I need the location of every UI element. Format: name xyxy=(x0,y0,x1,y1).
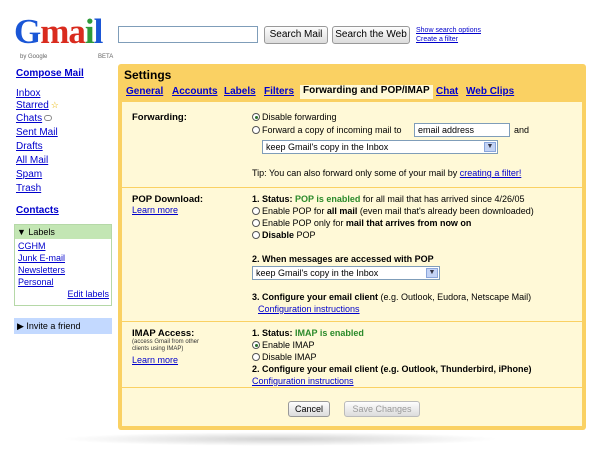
radio-checked-icon[interactable] xyxy=(252,113,260,121)
sidebar-item-all-mail[interactable]: All Mail xyxy=(16,155,48,166)
imap-status: 1. Status: IMAP is enabled xyxy=(252,328,364,338)
invite-friend-toggle[interactable]: ▶ Invite a friend xyxy=(14,318,112,334)
save-changes-button[interactable]: Save Changes xyxy=(344,401,420,417)
gmail-logo[interactable]: Gmail by Google BETA xyxy=(14,14,114,66)
select-value: keep Gmail's copy in the Inbox xyxy=(266,142,389,152)
radio-icon[interactable] xyxy=(252,219,260,227)
imap-configure: 2. Configure your email client (e.g. Out… xyxy=(252,364,532,374)
sidebar-item-label[interactable]: Inbox xyxy=(16,88,40,99)
sidebar-item-sent[interactable]: Sent Mail xyxy=(16,127,58,138)
sidebar-item-inbox[interactable]: Inbox xyxy=(16,88,40,99)
sidebar-item-trash[interactable]: Trash xyxy=(16,183,41,194)
contacts-link[interactable]: Contacts xyxy=(16,205,59,216)
imap-status-value: IMAP is enabled xyxy=(295,328,364,338)
imap-learn-more-link[interactable]: Learn more xyxy=(132,355,178,365)
radio-icon[interactable] xyxy=(252,126,260,134)
option-label: Forward a copy of incoming mail to xyxy=(262,125,402,135)
sidebar-item-label[interactable]: Drafts xyxy=(16,141,43,152)
tab-general[interactable]: General xyxy=(126,86,163,97)
logo-by-google: by Google xyxy=(20,54,48,60)
radio-icon[interactable] xyxy=(252,207,260,215)
radio-icon[interactable] xyxy=(252,353,260,361)
search-web-button[interactable]: Search the Web xyxy=(332,26,410,44)
panel-shadow xyxy=(60,432,500,446)
label-personal[interactable]: Personal xyxy=(18,277,54,287)
logo-wordmark: Gmail xyxy=(14,12,103,51)
label-cghm[interactable]: CGHM xyxy=(18,241,46,251)
tab-filters[interactable]: Filters xyxy=(264,86,294,97)
imap-section: IMAP Access: (access Gmail from other cl… xyxy=(122,322,582,388)
search-mail-button[interactable]: Search Mail xyxy=(264,26,328,44)
pop-disable-option[interactable]: Disable POP xyxy=(252,230,316,240)
sidebar-item-label[interactable]: Trash xyxy=(16,183,41,194)
chat-bubble-icon xyxy=(44,115,53,121)
sidebar-item-label[interactable]: Spam xyxy=(16,169,42,180)
star-icon: ☆ xyxy=(50,100,59,110)
pop-all-mail-option[interactable]: Enable POP for all mail (even mail that'… xyxy=(252,206,534,216)
forwarding-title: Forwarding: xyxy=(132,112,187,123)
page-title: Settings xyxy=(124,68,172,82)
select-value: keep Gmail's copy in the Inbox xyxy=(256,268,379,278)
sidebar-item-label[interactable]: Chats xyxy=(16,113,42,124)
pop-configure: 3. Configure your email client (e.g. Out… xyxy=(252,292,532,302)
tab-labels[interactable]: Labels xyxy=(224,86,256,97)
search-input[interactable] xyxy=(118,26,258,43)
labels-panel: ▼ Labels CGHM Junk E-mail Newsletters Pe… xyxy=(14,224,112,306)
sidebar-item-chats[interactable]: Chats xyxy=(16,113,53,124)
pop-learn-more-link[interactable]: Learn more xyxy=(132,205,178,215)
imap-subtitle: (access Gmail from other clients using I… xyxy=(132,339,200,352)
forward-address-input[interactable]: email address xyxy=(414,123,510,137)
sidebar-item-spam[interactable]: Spam xyxy=(16,169,42,180)
pop-status: 1. Status: POP is enabled for all mail t… xyxy=(252,194,525,204)
pop-when-accessed: 2. When messages are accessed with POP xyxy=(252,254,434,264)
pop-from-now-option[interactable]: Enable POP only for mail that arrives fr… xyxy=(252,218,471,228)
sidebar-item-starred[interactable]: Starred ☆ xyxy=(16,100,59,111)
disable-forwarding-option[interactable]: Disable forwarding xyxy=(252,112,337,122)
create-filter-link[interactable]: Create a filter xyxy=(416,35,481,44)
cancel-button[interactable]: Cancel xyxy=(288,401,330,417)
imap-title: IMAP Access: xyxy=(132,328,195,339)
imap-config-instructions-link[interactable]: Configuration instructions xyxy=(252,376,354,386)
option-label: Disable forwarding xyxy=(262,112,337,122)
pop-config-instructions-link[interactable]: Configuration instructions xyxy=(258,304,360,314)
show-search-options-link[interactable]: Show search options xyxy=(416,26,481,35)
sidebar-item-label[interactable]: Starred xyxy=(16,100,49,111)
radio-checked-icon[interactable] xyxy=(252,341,260,349)
forward-and-text: and xyxy=(514,125,530,135)
contacts-label[interactable]: Contacts xyxy=(16,205,59,216)
pop-title: POP Download: xyxy=(132,194,204,205)
settings-content: Forwarding: Disable forwarding Forward a… xyxy=(122,102,582,426)
tab-web-clips[interactable]: Web Clips xyxy=(466,86,514,97)
chevron-down-icon: ▼ xyxy=(484,142,496,152)
settings-panel: Settings General Accounts Labels Filters… xyxy=(118,64,586,430)
label-newsletters[interactable]: Newsletters xyxy=(18,265,65,275)
labels-header[interactable]: ▼ Labels xyxy=(15,225,111,239)
pop-keep-select[interactable]: keep Gmail's copy in the Inbox ▼ xyxy=(252,266,440,280)
pop-section: POP Download: Learn more 1. Status: POP … xyxy=(122,188,582,322)
imap-disable-option[interactable]: Disable IMAP xyxy=(252,352,317,362)
forward-copy-option[interactable]: Forward a copy of incoming mail to xyxy=(252,125,402,135)
compose-mail-link[interactable]: Compose Mail xyxy=(16,68,84,79)
forwarding-tip: Tip: You can also forward only some of y… xyxy=(252,168,522,178)
pop-status-value: POP is enabled xyxy=(295,194,361,204)
sidebar-item-label[interactable]: Sent Mail xyxy=(16,127,58,138)
radio-icon[interactable] xyxy=(252,231,260,239)
tab-chat[interactable]: Chat xyxy=(436,86,458,97)
tab-accounts[interactable]: Accounts xyxy=(172,86,218,97)
sidebar-item-drafts[interactable]: Drafts xyxy=(16,141,43,152)
logo-beta: BETA xyxy=(98,54,114,60)
sidebar-item-label[interactable]: All Mail xyxy=(16,155,48,166)
create-filter-tip-link[interactable]: creating a filter! xyxy=(460,168,522,178)
imap-enable-option[interactable]: Enable IMAP xyxy=(252,340,315,350)
forward-keep-select[interactable]: keep Gmail's copy in the Inbox ▼ xyxy=(262,140,498,154)
search-links: Show search options Create a filter xyxy=(416,26,481,44)
tab-forwarding-pop-imap[interactable]: Forwarding and POP/IMAP xyxy=(300,85,433,99)
chevron-down-icon: ▼ xyxy=(426,268,438,278)
edit-labels-link[interactable]: Edit labels xyxy=(67,289,109,299)
label-junk-email[interactable]: Junk E-mail xyxy=(18,253,65,263)
forwarding-section: Forwarding: Disable forwarding Forward a… xyxy=(122,102,582,188)
